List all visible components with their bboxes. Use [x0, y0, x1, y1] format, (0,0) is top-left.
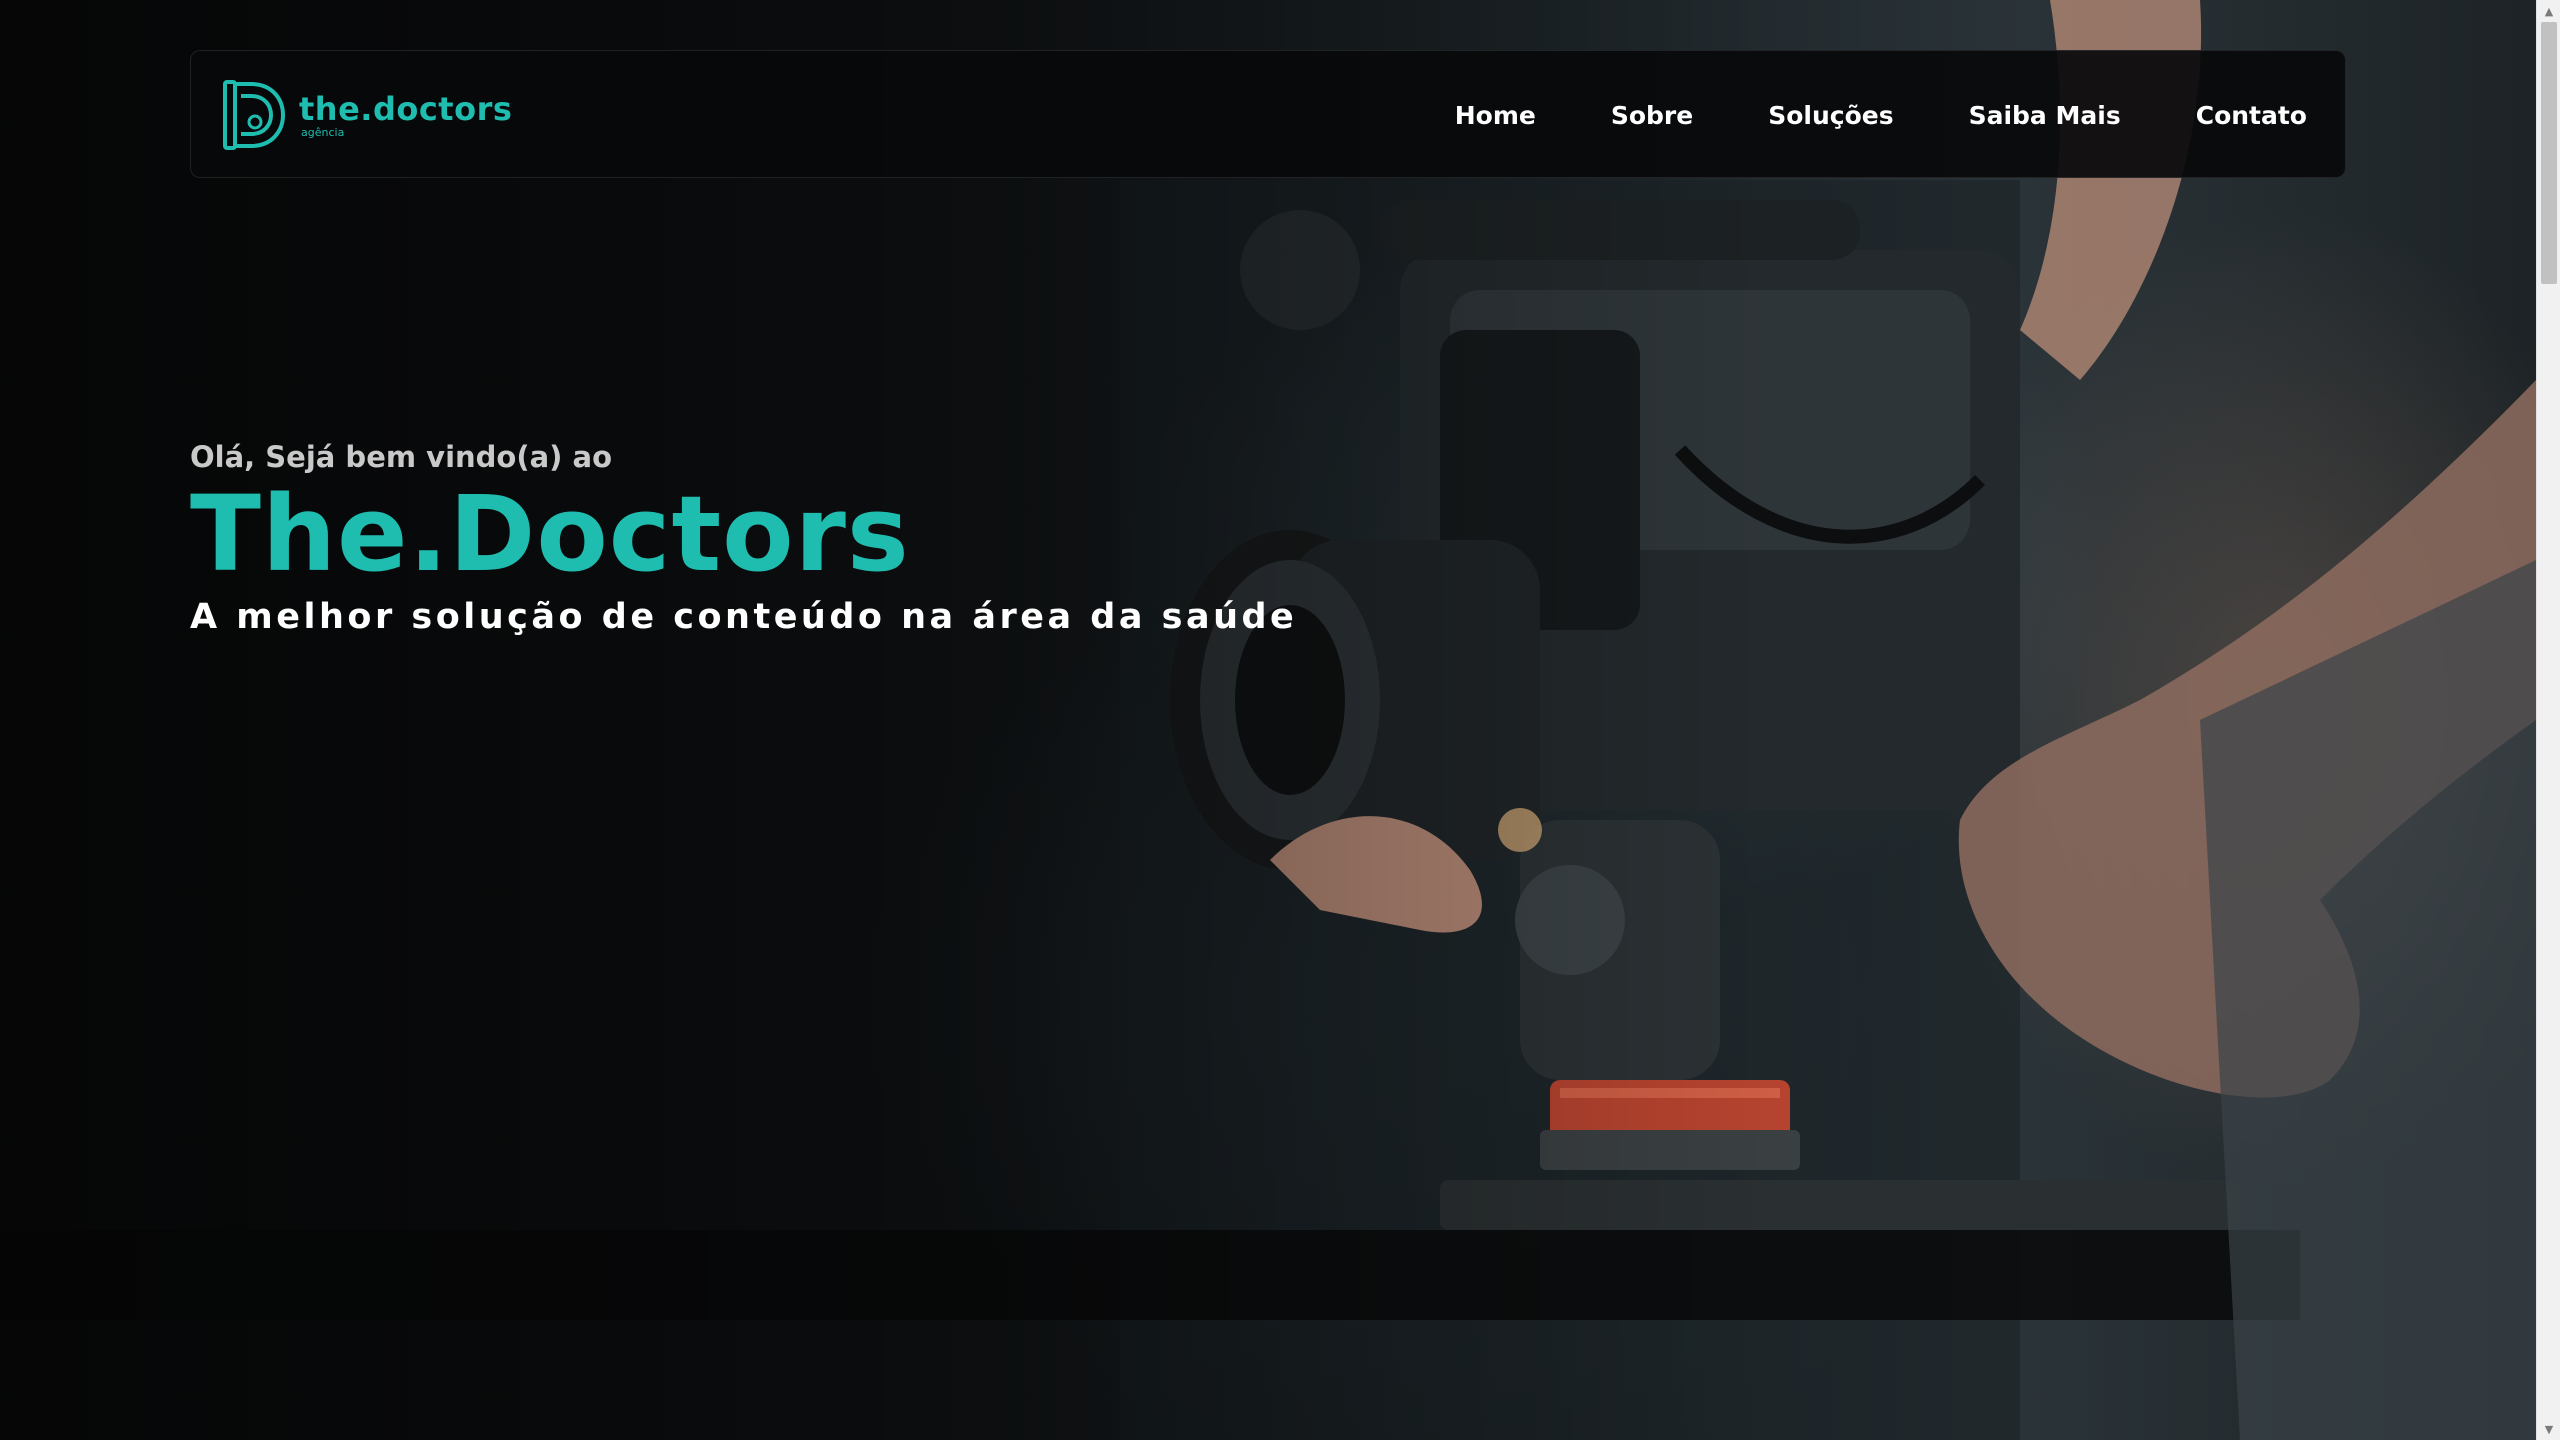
nav-link-saiba-mais[interactable]: Saiba Mais	[1969, 101, 2121, 130]
page: the.doctors agência Home Sobre Soluções …	[0, 0, 2560, 1440]
logo-subtitle: agência	[301, 125, 345, 139]
logo-d-icon	[223, 80, 286, 150]
hero-greeting: Olá, Sejá bem vindo(a) ao	[190, 440, 613, 474]
nav-link-contato[interactable]: Contato	[2196, 101, 2307, 130]
hero-tagline: A melhor solução de conteúdo na área da …	[190, 597, 1298, 638]
nav-link-sobre[interactable]: Sobre	[1611, 101, 1693, 130]
logo-text: the.doctors agência	[299, 93, 512, 138]
scrollbar-thumb[interactable]	[2541, 22, 2557, 284]
arrow-up-icon[interactable]: ▲	[2537, 0, 2560, 22]
hero-overlay	[0, 0, 2536, 1440]
logo-name: the.doctors	[299, 89, 513, 128]
logo[interactable]: the.doctors agência	[221, 77, 512, 153]
hero-title: The.Doctors	[190, 473, 910, 595]
arrow-down-icon[interactable]: ▼	[2537, 1418, 2560, 1440]
nav-link-home[interactable]: Home	[1455, 101, 1536, 130]
page-scrollbar[interactable]: ▲ ▼	[2536, 0, 2560, 1440]
nav-link-solucoes[interactable]: Soluções	[1768, 101, 1893, 130]
navbar: the.doctors agência Home Sobre Soluções …	[190, 50, 2346, 178]
main-nav: Home Sobre Soluções Saiba Mais Contato	[1380, 51, 2307, 179]
hero-text: Olá, Sejá bem vindo(a) ao The.Doctors A …	[190, 440, 1297, 637]
